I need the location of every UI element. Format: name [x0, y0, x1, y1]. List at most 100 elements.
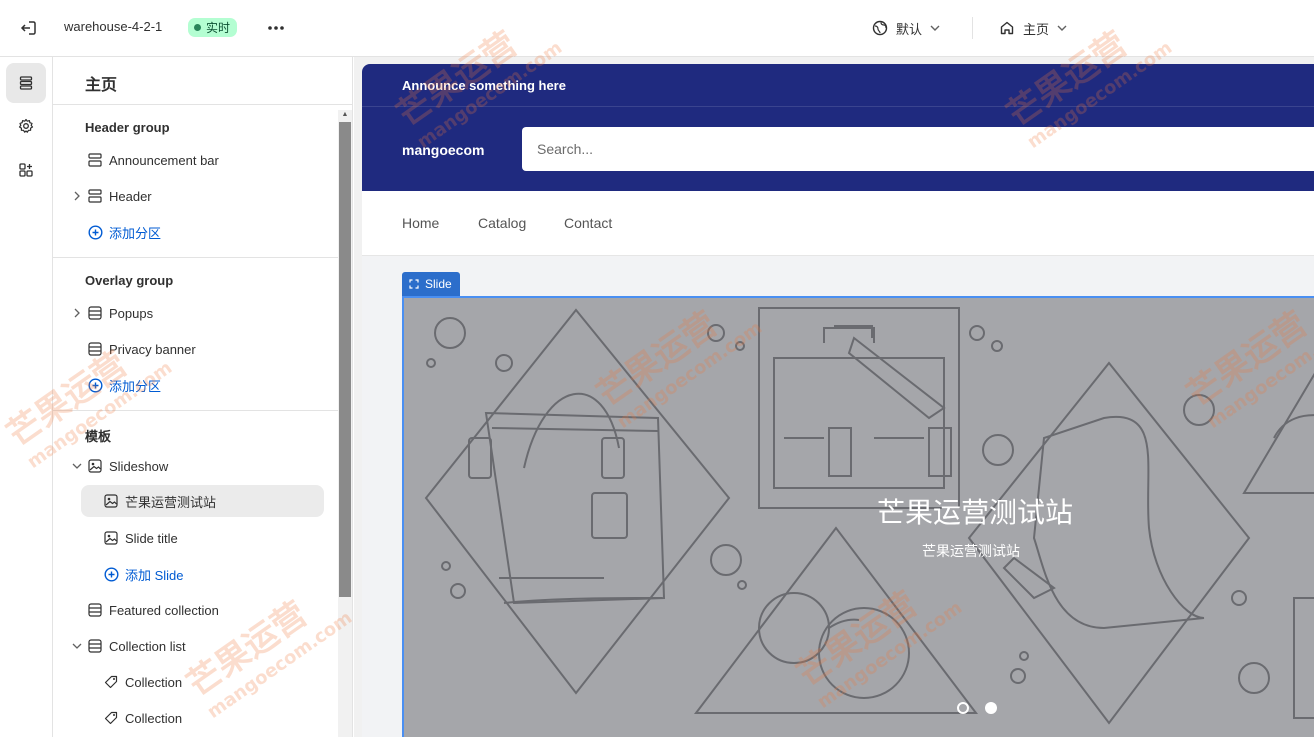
- section-label: Announcement bar: [109, 152, 219, 168]
- slideshow-icon: [87, 458, 103, 474]
- section-label: Collection list: [109, 638, 186, 654]
- globe-icon: [872, 20, 888, 36]
- section-icon: [87, 152, 103, 168]
- settings-rail-button[interactable]: [6, 106, 46, 146]
- slideshow-pagination: [957, 702, 997, 714]
- sections-rail-button[interactable]: [6, 63, 46, 103]
- section-icon: [87, 602, 103, 618]
- section-icon: [87, 341, 103, 357]
- locale-dropdown-label: 默认: [896, 21, 923, 37]
- plus-circle-icon: [103, 566, 119, 582]
- apps-rail-button[interactable]: [6, 150, 46, 190]
- slide-dot-1[interactable]: [957, 702, 969, 714]
- section-announcement-bar[interactable]: Announcement bar: [87, 144, 337, 176]
- slide-heading: 芒果运营测试站: [877, 496, 1074, 529]
- chevron-down-icon[interactable]: [71, 630, 83, 662]
- editor-topbar: warehouse-4-2-1 实时 默认 主页: [0, 0, 1314, 57]
- block-label: Slide title: [125, 530, 178, 546]
- block-collection[interactable]: Collection: [103, 702, 337, 734]
- store-nav: Home Catalog Contact: [362, 191, 1314, 256]
- group-title-template: 模板: [85, 429, 112, 444]
- plus-circle-icon: [87, 224, 103, 240]
- nav-link-catalog[interactable]: Catalog: [478, 215, 526, 231]
- section-popups[interactable]: Popups: [74, 297, 337, 329]
- slideshow-slide[interactable]: 芒果运营测试站 芒果运营测试站: [402, 296, 1314, 737]
- page-dropdown-label: 主页: [1023, 21, 1050, 37]
- chevron-down-icon[interactable]: [71, 450, 83, 482]
- panel-header-divider: [53, 104, 352, 105]
- image-icon: [103, 530, 119, 546]
- chevron-down-icon: [1057, 25, 1067, 31]
- section-icon: [87, 638, 103, 654]
- section-label: Popups: [109, 305, 154, 321]
- ellipsis-icon: [268, 26, 284, 30]
- live-status-badge: 实时: [188, 18, 238, 37]
- slide-selection-tag[interactable]: Slide: [402, 272, 460, 296]
- block-label: 芒果运营测试站: [125, 494, 217, 510]
- section-icon: [87, 188, 103, 204]
- add-section-label: 添加分区: [109, 225, 162, 241]
- section-privacy-banner[interactable]: Privacy banner: [87, 333, 337, 365]
- preview-canvas: Announce something here mangoecom Search…: [354, 57, 1314, 737]
- chevron-right-icon[interactable]: [71, 180, 83, 212]
- tag-icon: [103, 674, 119, 690]
- scroll-up-arrow-icon[interactable]: ▲: [340, 110, 350, 120]
- store-logo[interactable]: mangoecom: [402, 142, 484, 158]
- panel-title: 主页: [85, 77, 118, 94]
- sections-icon: [19, 76, 33, 90]
- exit-editor-button[interactable]: [16, 17, 40, 39]
- select-frame-icon: [409, 279, 419, 289]
- slide-tag-label: Slide: [425, 277, 452, 291]
- store-header: mangoecom Search...: [362, 107, 1314, 191]
- add-section-label: 添加分区: [109, 378, 162, 394]
- add-section-header-group[interactable]: 添加分区: [87, 216, 337, 248]
- slide-background-illustration: [424, 307, 1314, 725]
- add-block-label: 添加 Slide: [125, 567, 184, 583]
- slide-dot-2[interactable]: [985, 702, 997, 714]
- image-icon: [103, 493, 119, 509]
- nav-link-home[interactable]: Home: [402, 215, 439, 231]
- theme-name: warehouse-4-2-1: [64, 19, 163, 34]
- nav-link-contact[interactable]: Contact: [564, 215, 612, 231]
- sections-panel: 主页 Header group Announcement bar Header …: [53, 57, 353, 737]
- add-section-overlay-group[interactable]: 添加分区: [87, 369, 337, 401]
- group-title-overlay: Overlay group: [85, 273, 174, 288]
- section-collection-list[interactable]: Collection list: [72, 630, 337, 662]
- section-header[interactable]: Header: [74, 180, 337, 212]
- announcement-bar[interactable]: Announce something here: [362, 64, 1314, 107]
- section-icon: [87, 305, 103, 321]
- home-icon: [1000, 21, 1014, 35]
- section-featured-collection[interactable]: Featured collection: [87, 594, 337, 626]
- store-search-input[interactable]: Search...: [522, 127, 1314, 171]
- apps-icon: [19, 163, 33, 177]
- block-label: Collection: [125, 674, 183, 690]
- gear-icon: [18, 118, 34, 133]
- chevron-down-icon: [930, 25, 940, 31]
- section-label: Privacy banner: [109, 341, 196, 357]
- slide-subheading: 芒果运营测试站: [922, 544, 1020, 560]
- group-divider: [53, 410, 338, 411]
- live-dot-icon: [194, 24, 201, 31]
- page-dropdown[interactable]: 主页: [999, 16, 1067, 40]
- block-collection[interactable]: Collection: [103, 666, 337, 698]
- live-badge-label: 实时: [206, 21, 231, 35]
- plus-circle-icon: [87, 377, 103, 393]
- block-slide-title[interactable]: Slide title: [103, 522, 337, 554]
- section-label: Header: [109, 188, 152, 204]
- group-divider: [53, 257, 338, 258]
- section-label: Featured collection: [109, 602, 219, 618]
- add-slide-button[interactable]: 添加 Slide: [103, 558, 337, 590]
- editor-rail: [0, 57, 53, 737]
- announcement-text: Announce something here: [402, 78, 566, 93]
- section-slideshow[interactable]: Slideshow: [72, 450, 337, 482]
- exit-icon: [20, 21, 36, 35]
- locale-dropdown[interactable]: 默认: [872, 16, 940, 40]
- block-label: Collection: [125, 710, 183, 726]
- chevron-right-icon[interactable]: [71, 297, 83, 329]
- section-label: Slideshow: [109, 458, 169, 474]
- block-slide-selected[interactable]: 芒果运营测试站: [81, 485, 324, 517]
- search-placeholder: Search...: [537, 141, 594, 157]
- panel-scrollbar-thumb[interactable]: [339, 122, 351, 597]
- more-actions-button[interactable]: [264, 17, 288, 39]
- group-title-header: Header group: [85, 120, 170, 135]
